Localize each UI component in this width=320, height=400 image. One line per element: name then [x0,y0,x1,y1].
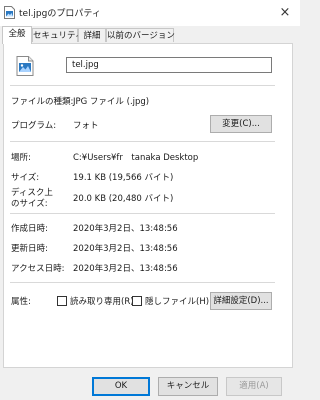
separator [10,85,275,86]
file-name-input[interactable]: tel.jpg [66,57,272,73]
image-file-icon [16,56,34,76]
tab-strip: 全般 セキュリティ 詳細 以前のバージョン [0,26,300,44]
created-value: 2020年3月2日、13:48:56 [73,224,178,234]
accessed-label: アクセス日時: [11,264,65,274]
readonly-checkbox[interactable] [57,296,67,306]
size-value: 19.1 KB (19,566 バイト) [73,173,174,183]
separator [10,213,275,214]
tab-details[interactable]: 詳細 [78,28,106,42]
window-title: tel.jpgのプロパティ [19,9,101,19]
size-label: サイズ: [11,173,40,183]
title-bar: tel.jpgのプロパティ × [0,0,300,26]
created-label: 作成日時: [11,224,48,234]
accessed-value: 2020年3月2日、13:48:56 [73,264,178,274]
program-label: プログラム: [11,121,57,131]
advanced-button[interactable]: 詳細設定(D)... [210,292,272,310]
tab-security[interactable]: セキュリティ [32,28,84,42]
cancel-button[interactable]: キャンセル [158,377,218,396]
modified-label: 更新日時: [11,244,48,254]
image-file-icon [4,6,15,19]
location-label: 場所: [11,153,31,163]
apply-button[interactable]: 適用(A) [226,377,282,396]
disk-size-label-line2: のサイズ: [11,199,48,209]
file-type-value: JPG ファイル (.jpg) [73,97,150,107]
separator [10,282,275,283]
readonly-label[interactable]: 読み取り専用(R) [70,295,134,307]
location-value: C:¥Users¥fr tanaka Desktop [73,153,199,163]
tab-previous-versions[interactable]: 以前のバージョン [106,28,175,42]
separator [10,141,275,142]
hidden-label[interactable]: 隠しファイル(H) [145,295,209,307]
tab-general[interactable]: 全般 [2,26,32,44]
program-value: フォト [73,121,99,131]
change-program-button[interactable]: 変更(C)... [210,115,272,133]
disk-size-value: 20.0 KB (20,480 バイト) [73,194,174,204]
modified-value: 2020年3月2日、13:48:56 [73,244,178,254]
close-button[interactable]: × [270,0,300,26]
hidden-checkbox[interactable] [132,296,142,306]
ok-button[interactable]: OK [92,377,150,396]
file-type-label: ファイルの種類: [11,97,74,107]
attributes-label: 属性: [11,297,31,307]
